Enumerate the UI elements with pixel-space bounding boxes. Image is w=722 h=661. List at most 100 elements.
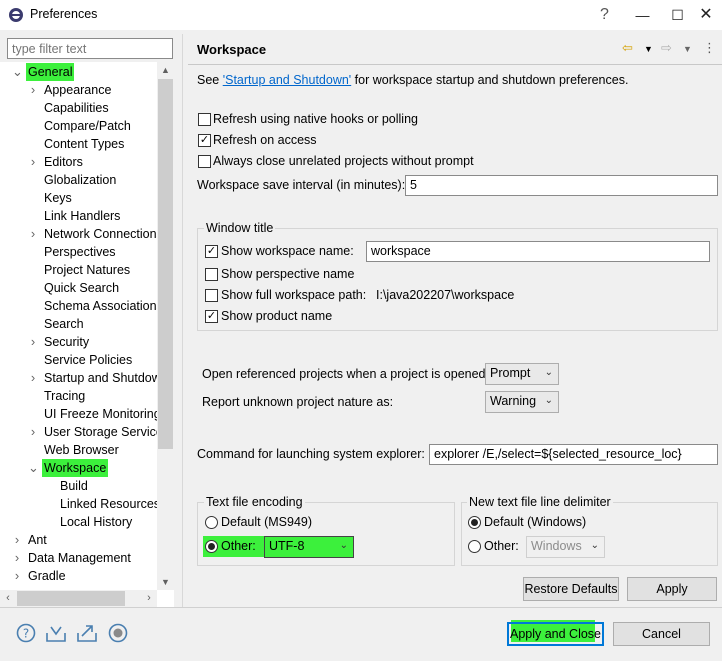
delimiter-default-label: Default (Windows): [484, 515, 587, 529]
tree-item[interactable]: Link Handlers: [0, 207, 160, 225]
refresh-native-label: Refresh using native hooks or polling: [213, 112, 418, 126]
filter-input[interactable]: [7, 38, 173, 59]
show-workspace-name-checkbox[interactable]: ✓: [205, 245, 218, 258]
back-icon[interactable]: ⇦: [622, 40, 633, 56]
tree-item[interactable]: ⌄ Workspace: [0, 459, 160, 477]
tree-item[interactable]: Local History: [0, 513, 160, 531]
show-full-path-checkbox[interactable]: [205, 289, 218, 302]
save-interval-field[interactable]: 5: [405, 175, 718, 196]
tree-item-label: Web Browser: [44, 443, 119, 457]
view-menu-icon[interactable]: ⋮: [703, 40, 716, 56]
tree-item[interactable]: Project Natures: [0, 261, 160, 279]
chevron-right-icon[interactable]: ›: [28, 369, 38, 387]
refresh-access-label: Refresh on access: [213, 133, 317, 147]
pane-divider[interactable]: [182, 34, 183, 607]
tree-item[interactable]: Globalization: [0, 171, 160, 189]
workspace-name-field[interactable]: workspace: [366, 241, 710, 262]
tree-item-label: UI Freeze Monitoring: [44, 407, 161, 421]
chevron-right-icon[interactable]: ›: [12, 549, 22, 567]
export-icon[interactable]: [76, 623, 98, 645]
scroll-left-icon[interactable]: ‹: [0, 590, 16, 607]
import-icon[interactable]: [45, 623, 67, 645]
tree-item[interactable]: ⌄ General: [0, 63, 160, 81]
chevron-right-icon[interactable]: ›: [28, 333, 38, 351]
tree-item-label: Editors: [44, 155, 83, 169]
startup-shutdown-link[interactable]: 'Startup and Shutdown': [223, 73, 351, 87]
chevron-down-icon: ⌄: [590, 540, 599, 551]
delimiter-default-radio[interactable]: [468, 516, 481, 529]
refresh-access-checkbox[interactable]: ✓: [198, 134, 211, 147]
tree-item[interactable]: Compare/Patch: [0, 117, 160, 135]
cancel-button[interactable]: Cancel: [613, 622, 710, 646]
tree-item[interactable]: Capabilities: [0, 99, 160, 117]
page-title: Workspace: [197, 42, 267, 57]
header-separator: [188, 64, 722, 65]
encoding-default-radio[interactable]: [205, 516, 218, 529]
delimiter-combo[interactable]: Windows ⌄: [526, 536, 605, 558]
chevron-down-icon[interactable]: ⌄: [12, 63, 23, 81]
tree-item[interactable]: Perspectives: [0, 243, 160, 261]
tree-item[interactable]: › Security: [0, 333, 160, 351]
tree-item-label: Globalization: [44, 173, 117, 187]
apply-button[interactable]: Apply: [627, 577, 717, 601]
encoding-other-radio[interactable]: [205, 540, 218, 553]
chevron-right-icon[interactable]: ›: [28, 225, 38, 243]
tree-item[interactable]: › Data Management: [0, 549, 160, 567]
help-icon[interactable]: ?: [15, 623, 37, 645]
report-unknown-combo[interactable]: Warning ⌄: [485, 391, 559, 413]
tree-item[interactable]: Content Types: [0, 135, 160, 153]
chevron-right-icon[interactable]: ›: [28, 81, 38, 99]
restore-defaults-button[interactable]: Restore Defaults: [523, 577, 619, 601]
close-button[interactable]: ✕: [690, 0, 722, 30]
refresh-native-checkbox[interactable]: [198, 113, 211, 126]
encoding-combo[interactable]: UTF-8 ⌄: [264, 536, 354, 558]
system-explorer-field[interactable]: explorer /E,/select=${selected_resource_…: [429, 444, 718, 465]
chevron-right-icon[interactable]: ›: [28, 153, 38, 171]
tree-item[interactable]: Linked Resources: [0, 495, 160, 513]
tree-item[interactable]: Build: [0, 477, 160, 495]
chevron-down-icon[interactable]: ⌄: [28, 459, 39, 477]
close-unrelated-checkbox[interactable]: [198, 155, 211, 168]
tree-item[interactable]: Keys: [0, 189, 160, 207]
tree-item[interactable]: Schema Associations: [0, 297, 163, 315]
apply-and-close-button[interactable]: Apply and Close: [507, 622, 604, 646]
tree-item[interactable]: › Network Connections: [0, 225, 163, 243]
scroll-up-icon[interactable]: ▲: [157, 62, 174, 78]
scroll-thumb[interactable]: [158, 79, 173, 449]
back-menu-icon[interactable]: ▼: [644, 44, 653, 54]
tree-item-label: Local History: [60, 515, 133, 529]
tree-item-label: Perspectives: [44, 245, 116, 259]
tree-item[interactable]: Search: [0, 315, 160, 333]
tree-item[interactable]: › Ant: [0, 531, 160, 549]
open-referenced-combo[interactable]: Prompt ⌄: [485, 363, 559, 385]
chevron-right-icon[interactable]: ›: [28, 423, 38, 441]
chevron-right-icon[interactable]: ›: [12, 567, 22, 585]
window-title: Preferences: [30, 7, 98, 21]
show-perspective-checkbox[interactable]: [205, 268, 218, 281]
tree-item[interactable]: › Appearance: [0, 81, 160, 99]
tree-item-label: Tracing: [44, 389, 86, 403]
show-product-checkbox[interactable]: ✓: [205, 310, 218, 323]
tree-vertical-scrollbar[interactable]: ▲ ▼: [157, 62, 174, 590]
tree-item[interactable]: › Gradle: [0, 567, 160, 585]
tree-item[interactable]: › Editors: [0, 153, 160, 171]
tree-item[interactable]: UI Freeze Monitoring: [0, 405, 161, 423]
scroll-down-icon[interactable]: ▼: [157, 574, 174, 590]
record-icon[interactable]: [107, 623, 129, 645]
tree-item[interactable]: › Startup and Shutdown: [0, 369, 168, 387]
forward-menu-icon[interactable]: ▼: [683, 44, 692, 54]
tree-item[interactable]: › User Storage Service: [0, 423, 163, 441]
tree-item[interactable]: Web Browser: [0, 441, 160, 459]
open-referenced-label: Open referenced projects when a project …: [202, 367, 489, 381]
tree-item[interactable]: Service Policies: [0, 351, 160, 369]
tree-item[interactable]: Quick Search: [0, 279, 160, 297]
delimiter-other-radio[interactable]: [468, 540, 481, 553]
chevron-right-icon[interactable]: ›: [12, 531, 22, 549]
hscroll-thumb[interactable]: [17, 591, 125, 606]
close-unrelated-label: Always close unrelated projects without …: [213, 154, 474, 168]
tree-item-label: Security: [44, 335, 90, 349]
forward-icon[interactable]: ⇨: [661, 40, 672, 56]
scroll-right-icon[interactable]: ›: [141, 590, 157, 607]
tree-horizontal-scrollbar[interactable]: ‹ ›: [0, 590, 157, 607]
tree-item[interactable]: Tracing: [0, 387, 160, 405]
